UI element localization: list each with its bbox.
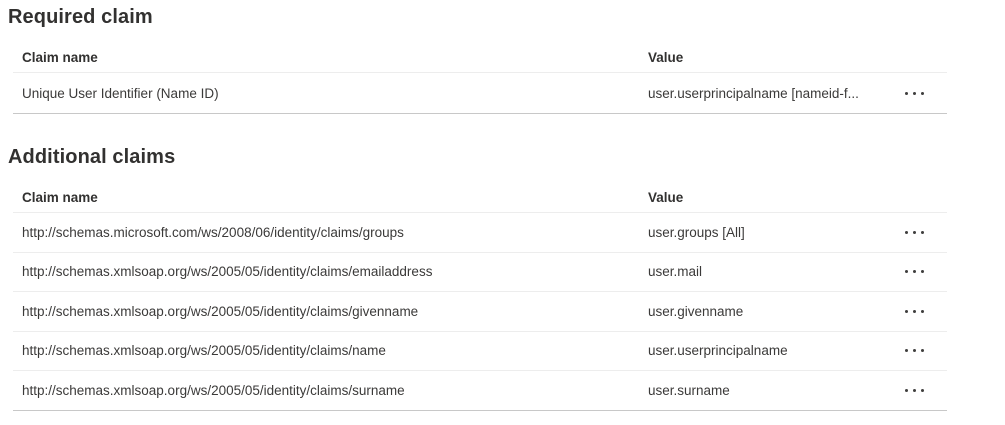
ellipsis-icon bbox=[905, 349, 908, 352]
claim-value-cell: user.givenname bbox=[648, 304, 891, 319]
more-options-button[interactable] bbox=[891, 371, 947, 410]
more-options-button[interactable] bbox=[891, 253, 947, 292]
claim-row-emailaddress[interactable]: http://schemas.xmlsoap.org/ws/2005/05/id… bbox=[13, 253, 947, 293]
claims-panel: Required claim Claim name Value Unique U… bbox=[0, 0, 1005, 425]
column-header-claim-name: Claim name bbox=[13, 190, 648, 205]
column-header-value: Value bbox=[648, 50, 891, 65]
claim-value-cell: user.surname bbox=[648, 383, 891, 398]
claim-value-cell: user.mail bbox=[648, 264, 891, 279]
claim-row-surname[interactable]: http://schemas.xmlsoap.org/ws/2005/05/id… bbox=[13, 371, 947, 411]
ellipsis-icon bbox=[905, 310, 908, 313]
claim-row-groups[interactable]: http://schemas.microsoft.com/ws/2008/06/… bbox=[13, 213, 947, 253]
ellipsis-icon bbox=[905, 389, 908, 392]
required-claims-table: Claim name Value Unique User Identifier … bbox=[13, 42, 947, 114]
more-options-button[interactable] bbox=[891, 73, 947, 113]
table-header-row: Claim name Value bbox=[13, 182, 947, 213]
ellipsis-icon bbox=[905, 270, 908, 273]
claim-name-cell: http://schemas.xmlsoap.org/ws/2005/05/id… bbox=[13, 304, 648, 319]
column-header-value: Value bbox=[648, 190, 891, 205]
more-options-button[interactable] bbox=[891, 213, 947, 252]
claim-name-cell: http://schemas.microsoft.com/ws/2008/06/… bbox=[13, 225, 648, 240]
claim-row-givenname[interactable]: http://schemas.xmlsoap.org/ws/2005/05/id… bbox=[13, 292, 947, 332]
claim-name-cell: http://schemas.xmlsoap.org/ws/2005/05/id… bbox=[13, 264, 648, 279]
claim-name-cell: Unique User Identifier (Name ID) bbox=[13, 86, 648, 101]
column-header-claim-name: Claim name bbox=[13, 50, 648, 65]
claim-name-cell: http://schemas.xmlsoap.org/ws/2005/05/id… bbox=[13, 383, 648, 398]
claim-name-cell: http://schemas.xmlsoap.org/ws/2005/05/id… bbox=[13, 343, 648, 358]
claim-value-cell: user.groups [All] bbox=[648, 225, 891, 240]
ellipsis-icon bbox=[905, 231, 908, 234]
table-header-row: Claim name Value bbox=[13, 42, 947, 73]
more-options-button[interactable] bbox=[891, 292, 947, 331]
claim-value-cell: user.userprincipalname [nameid-f... bbox=[648, 86, 891, 101]
claim-value-cell: user.userprincipalname bbox=[648, 343, 891, 358]
more-options-button[interactable] bbox=[891, 332, 947, 371]
section-title-required-claim: Required claim bbox=[8, 0, 1005, 28]
claim-row-unique-user-identifier[interactable]: Unique User Identifier (Name ID) user.us… bbox=[13, 73, 947, 114]
additional-claims-table: Claim name Value http://schemas.microsof… bbox=[13, 182, 947, 411]
claim-row-name[interactable]: http://schemas.xmlsoap.org/ws/2005/05/id… bbox=[13, 332, 947, 372]
section-title-additional-claims: Additional claims bbox=[8, 146, 1005, 168]
ellipsis-icon bbox=[905, 92, 908, 95]
